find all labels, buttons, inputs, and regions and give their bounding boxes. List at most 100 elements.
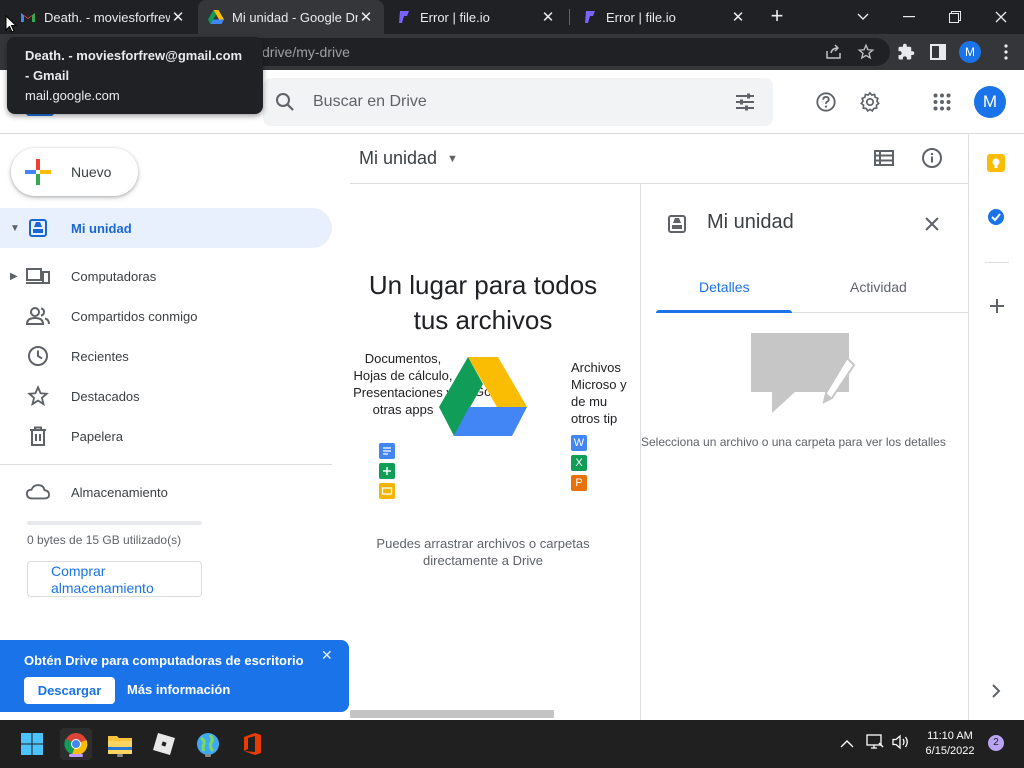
windows-taskbar: 11:10 AM 6/15/2022 2 — [0, 720, 1024, 768]
sidebar-item-computers[interactable]: ▶ Computadoras — [0, 256, 332, 296]
new-button[interactable]: Nuevo — [11, 148, 138, 196]
add-addon-icon[interactable] — [989, 298, 1005, 319]
settings-gear-icon[interactable] — [858, 90, 882, 114]
fileio-icon — [582, 9, 598, 25]
info-icon[interactable] — [920, 146, 944, 170]
list-view-icon[interactable] — [872, 146, 896, 170]
active-app-indicator — [69, 754, 83, 757]
apps-grid-icon[interactable] — [930, 90, 954, 114]
close-tab-icon[interactable]: ✕ — [358, 8, 374, 26]
account-avatar[interactable]: M — [974, 86, 1006, 118]
details-panel-divider — [640, 184, 641, 720]
restore-button[interactable] — [932, 0, 978, 34]
tooltip-title-continued: - Gmail — [25, 68, 70, 83]
office-icon[interactable] — [236, 728, 268, 760]
sidebar-item-trash[interactable]: Papelera — [0, 416, 332, 456]
side-panel-icon[interactable] — [926, 40, 950, 64]
search-input[interactable] — [313, 90, 713, 114]
notification-badge[interactable]: 2 — [988, 735, 1004, 751]
tab-title: Error | file.io — [420, 9, 490, 25]
sidebar-item-storage[interactable]: Almacenamiento — [0, 472, 332, 512]
active-tab-indicator — [656, 310, 792, 313]
tab-details[interactable]: Detalles — [699, 279, 750, 295]
address-url[interactable]: drive/my-drive — [262, 44, 350, 60]
extensions-icon[interactable] — [894, 40, 918, 64]
sidebar-item-label: Destacados — [71, 388, 140, 404]
volume-icon[interactable] — [892, 734, 910, 755]
close-tab-icon[interactable]: ✕ — [730, 8, 746, 26]
close-tab-icon[interactable]: ✕ — [540, 8, 556, 26]
tab-drive[interactable]: Mi unidad - Google Dri ✕ — [198, 0, 384, 34]
office-files-description: Archivos Microso y de mu otros tip — [571, 360, 627, 426]
minimize-button[interactable] — [886, 0, 932, 34]
new-plus-icon — [25, 159, 51, 185]
docs-icon — [379, 443, 395, 459]
system-clock[interactable]: 11:10 AM 6/15/2022 — [918, 729, 982, 759]
tab-hover-tooltip: Death. - moviesforfrew@gmail.com - Gmail… — [7, 37, 263, 114]
drive-icon — [208, 9, 224, 25]
sidebar-item-label: Computadoras — [71, 268, 157, 284]
new-tab-button[interactable]: + — [764, 3, 790, 29]
sheets-icon — [379, 463, 395, 479]
close-icon[interactable]: ✕ — [321, 647, 333, 664]
close-details-icon[interactable] — [920, 212, 944, 236]
tab-separator — [569, 9, 570, 25]
tab-title: Mi unidad - Google Dri — [232, 9, 358, 25]
share-icon[interactable] — [822, 40, 846, 64]
details-title: Mi unidad — [707, 211, 794, 233]
sidebar-item-my-drive[interactable]: ▼ Mi unidad — [0, 208, 332, 248]
excel-icon: X — [571, 455, 587, 471]
location-dropdown[interactable]: Mi unidad ▼ — [359, 148, 458, 169]
search-options-icon[interactable] — [733, 90, 757, 119]
horizontal-scrollbar[interactable] — [350, 710, 554, 718]
help-icon[interactable] — [814, 90, 838, 114]
drag-drop-hint: Puedes arrastrar archivos o carpetas dir… — [376, 536, 590, 568]
caret-right-icon[interactable]: ▶ — [10, 271, 20, 282]
sidebar-item-starred[interactable]: Destacados — [0, 376, 332, 416]
close-tab-icon[interactable]: ✕ — [170, 8, 186, 26]
slides-icon — [379, 483, 395, 499]
profile-initial: M — [959, 41, 981, 63]
network-status-icon[interactable] — [866, 734, 884, 755]
tooltip-title: Death. - moviesforfrew@gmail.com — [25, 48, 243, 63]
network-globe-icon[interactable] — [192, 728, 224, 760]
bookmark-star-icon[interactable] — [854, 40, 878, 64]
download-button[interactable]: Descargar — [24, 677, 115, 704]
storage-usage-text: 0 bytes de 15 GB utilizado(s) — [27, 533, 182, 547]
file-explorer-icon[interactable] — [104, 728, 136, 760]
profile-avatar[interactable]: M — [958, 40, 982, 64]
sidebar-item-label: Recientes — [71, 348, 129, 364]
windows-start-icon[interactable] — [16, 728, 48, 760]
sidebar-item-label: Papelera — [71, 428, 124, 444]
tab-fileio-1[interactable]: Error | file.io ✕ — [386, 0, 566, 34]
tooltip-domain: mail.google.com — [25, 88, 120, 103]
clock-date: 6/15/2022 — [925, 745, 975, 757]
shared-icon — [26, 304, 50, 328]
storage-progress-bar — [27, 521, 202, 525]
sidebar-item-shared[interactable]: Compartidos conmigo — [0, 296, 332, 336]
sidebar-divider — [0, 464, 332, 465]
expand-panel-icon[interactable] — [991, 684, 1001, 703]
roblox-icon[interactable] — [148, 728, 180, 760]
tab-fileio-2[interactable]: Error | file.io ✕ — [572, 0, 756, 34]
buy-storage-button[interactable]: Comprar almacenamiento — [27, 561, 202, 597]
search-icon[interactable] — [273, 90, 297, 119]
show-hidden-icons-icon[interactable] — [840, 736, 854, 754]
promo-title: Obtén Drive para computadoras de escrito… — [24, 653, 304, 668]
more-info-link[interactable]: Más información — [127, 682, 230, 697]
chrome-taskbar-icon[interactable] — [60, 728, 92, 760]
sidebar-item-recent[interactable]: Recientes — [0, 336, 332, 376]
tab-gmail[interactable]: Death. - moviesforfrew ✕ — [10, 0, 196, 34]
tasks-icon[interactable] — [987, 208, 1005, 231]
page-title: Mi unidad — [359, 148, 438, 168]
tab-search-icon[interactable] — [840, 0, 886, 34]
trash-icon — [26, 424, 50, 448]
tab-activity[interactable]: Actividad — [850, 279, 907, 295]
drive-logo-icon — [439, 357, 527, 441]
keep-icon[interactable] — [987, 154, 1005, 172]
search-bar[interactable] — [263, 78, 773, 126]
cloud-icon — [26, 480, 50, 504]
chrome-menu-icon[interactable] — [994, 40, 1018, 64]
close-window-button[interactable] — [978, 0, 1024, 34]
caret-down-icon[interactable]: ▼ — [10, 223, 20, 234]
